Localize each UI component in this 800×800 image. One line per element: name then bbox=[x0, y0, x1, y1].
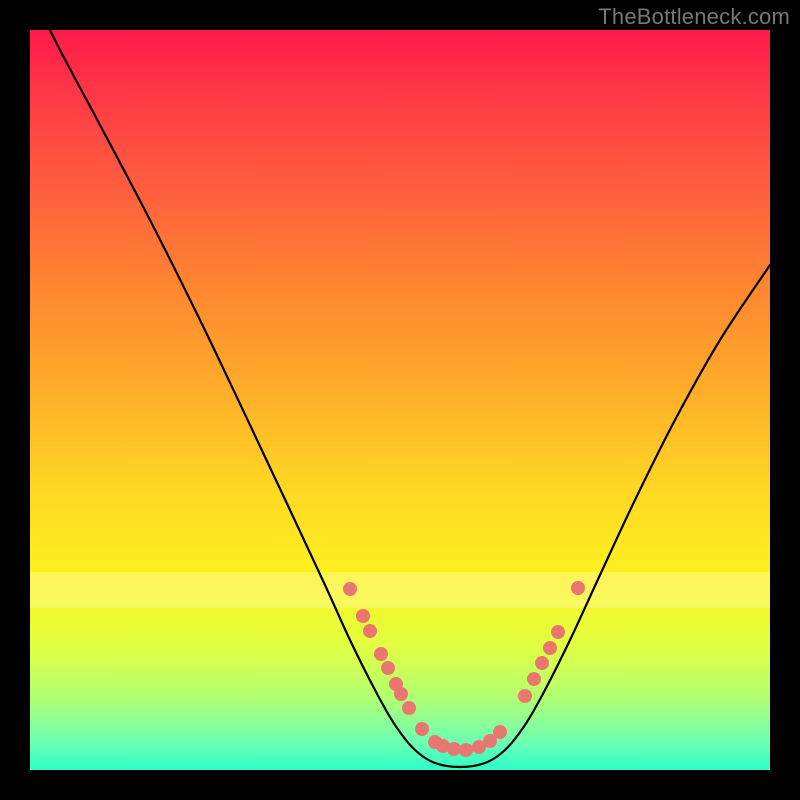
curve-marker bbox=[535, 656, 549, 670]
curve-marker bbox=[374, 647, 388, 661]
curve-marker bbox=[527, 672, 541, 686]
curve-marker bbox=[356, 609, 370, 623]
curve-marker bbox=[343, 582, 357, 596]
curve-marker bbox=[447, 742, 461, 756]
curve-marker bbox=[415, 722, 429, 736]
curve-marker bbox=[381, 661, 395, 675]
curve-markers bbox=[343, 581, 585, 757]
curve-layer bbox=[30, 30, 770, 770]
curve-marker bbox=[518, 689, 532, 703]
curve-marker bbox=[459, 743, 473, 757]
curve-marker bbox=[543, 641, 557, 655]
curve-marker bbox=[363, 624, 377, 638]
curve-marker bbox=[394, 687, 408, 701]
curve-marker bbox=[493, 725, 507, 739]
chart-stage: TheBottleneck.com bbox=[0, 0, 800, 800]
curve-marker bbox=[402, 701, 416, 715]
curve-marker bbox=[551, 625, 565, 639]
plot-area bbox=[30, 30, 770, 770]
watermark-text: TheBottleneck.com bbox=[598, 4, 790, 30]
bottleneck-curve bbox=[30, 0, 770, 767]
curve-marker bbox=[571, 581, 585, 595]
